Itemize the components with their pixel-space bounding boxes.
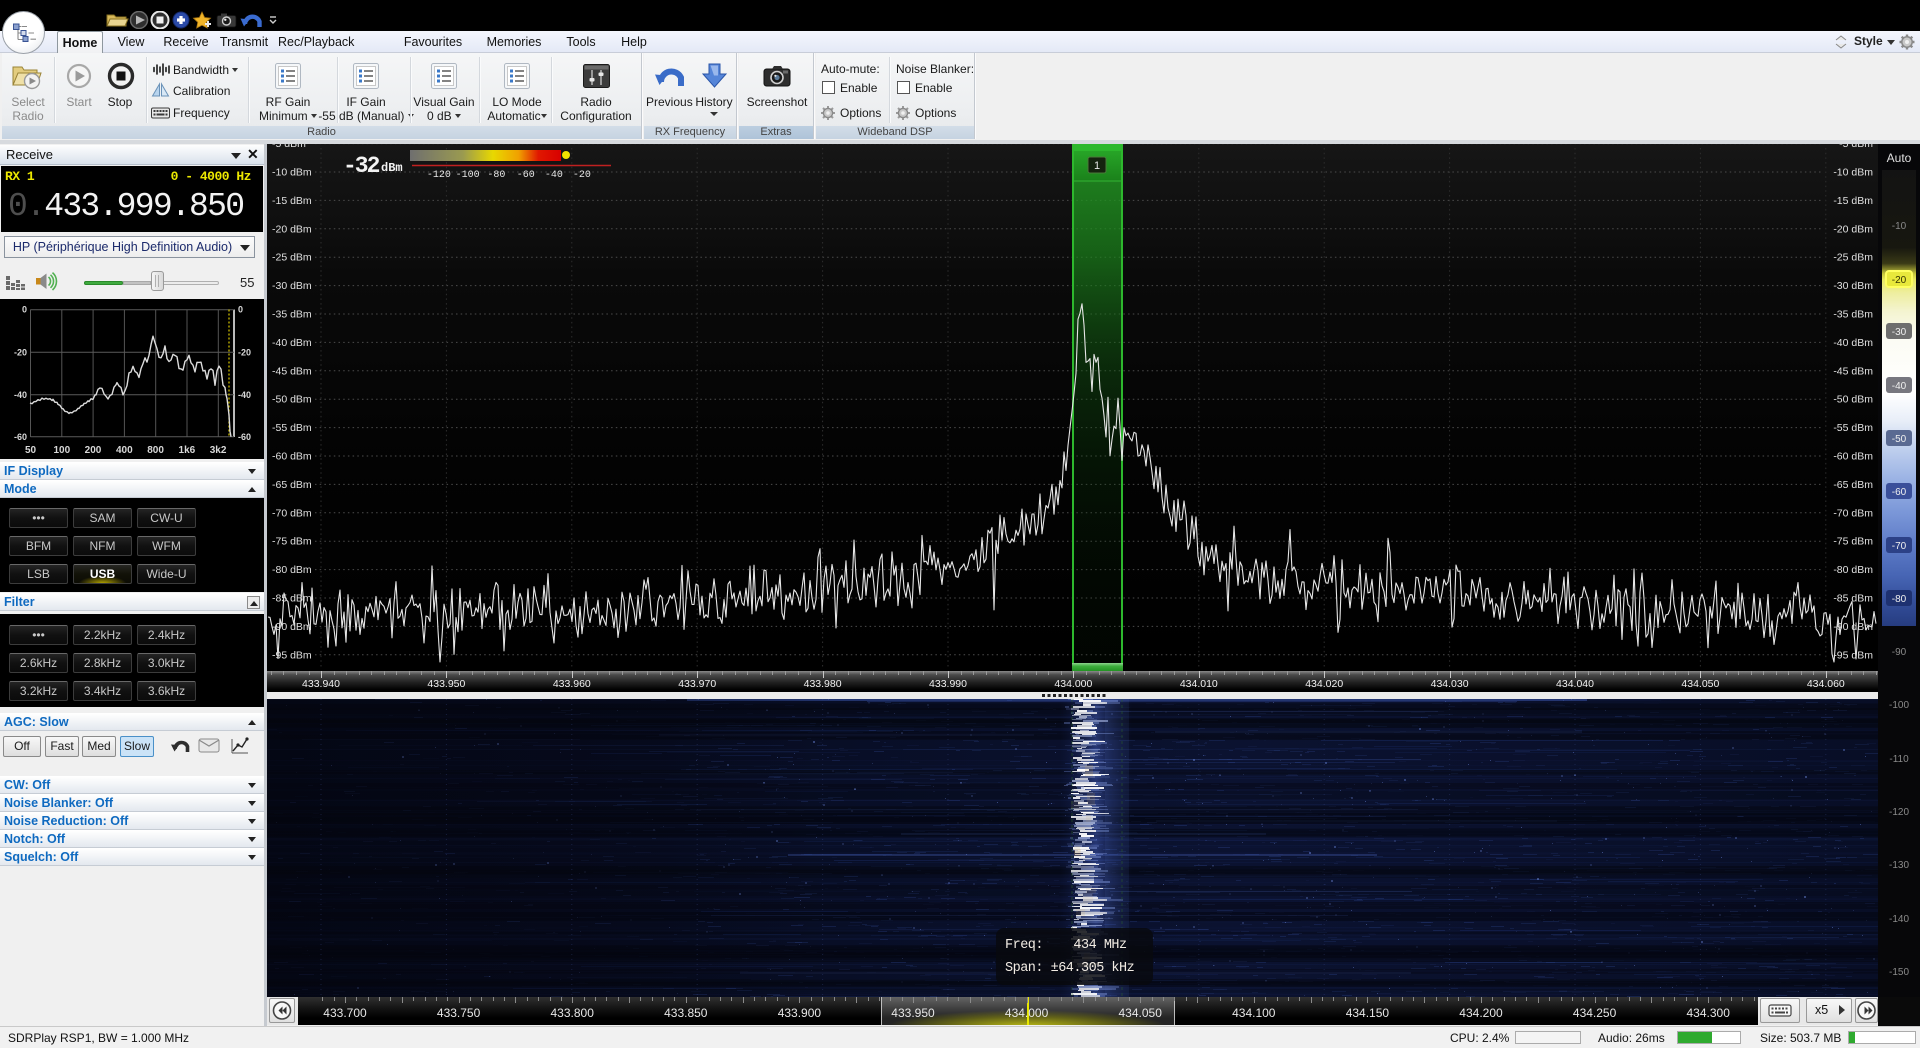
svg-text:-45 dBm: -45 dBm (272, 365, 312, 377)
svg-text:-65 dBm: -65 dBm (272, 479, 312, 491)
svg-text:1: 1 (1094, 160, 1100, 172)
svg-text:-40: -40 (238, 390, 251, 400)
svg-text:-10: -10 (1892, 221, 1907, 232)
svg-text:-10 dBm: -10 dBm (1833, 167, 1873, 179)
svg-text:-5 dBm: -5 dBm (272, 144, 306, 150)
svg-text:400: 400 (116, 445, 133, 456)
svg-text:-40: -40 (545, 170, 563, 181)
svg-text:-110: -110 (1889, 754, 1909, 765)
svg-text:-120: -120 (1889, 807, 1909, 818)
svg-text:-80: -80 (487, 170, 505, 181)
svg-text:-25 dBm: -25 dBm (1833, 252, 1873, 264)
svg-text:200: 200 (85, 445, 102, 456)
svg-text:-80 dBm: -80 dBm (1833, 564, 1873, 576)
svg-text:-100: -100 (456, 170, 480, 181)
svg-text:1k6: 1k6 (179, 445, 196, 456)
svg-text:-60: -60 (14, 432, 27, 442)
svg-text:-85 dBm: -85 dBm (1833, 593, 1873, 605)
svg-text:-60 dBm: -60 dBm (1833, 451, 1873, 463)
svg-text:-140: -140 (1889, 914, 1909, 925)
svg-text:-65 dBm: -65 dBm (1833, 479, 1873, 491)
svg-text:-95 dBm: -95 dBm (272, 649, 312, 661)
svg-text:-60: -60 (1892, 487, 1907, 498)
svg-text:-55 dBm: -55 dBm (1833, 422, 1873, 434)
svg-text:-20 dBm: -20 dBm (1833, 223, 1873, 235)
svg-text:-30: -30 (1892, 327, 1907, 338)
svg-text:0: 0 (238, 305, 243, 315)
svg-text:-80: -80 (1892, 594, 1907, 605)
svg-text:-75 dBm: -75 dBm (1833, 536, 1873, 548)
svg-text:-70 dBm: -70 dBm (1833, 507, 1873, 519)
svg-text:-15 dBm: -15 dBm (1833, 195, 1873, 207)
svg-text:-40: -40 (1892, 381, 1907, 392)
svg-text:50: 50 (25, 445, 37, 456)
svg-text:3k2: 3k2 (210, 445, 227, 456)
svg-text:-20 dBm: -20 dBm (272, 223, 312, 235)
svg-text:-25 dBm: -25 dBm (272, 252, 312, 264)
svg-text:800: 800 (147, 445, 164, 456)
svg-text:-90 dBm: -90 dBm (1833, 621, 1873, 633)
svg-text:-75 dBm: -75 dBm (272, 536, 312, 548)
svg-text:-50: -50 (1892, 434, 1907, 445)
svg-text:-30 dBm: -30 dBm (1833, 280, 1873, 292)
svg-text:-60 dBm: -60 dBm (272, 451, 312, 463)
svg-text:-35 dBm: -35 dBm (1833, 309, 1873, 321)
svg-text:-100: -100 (1889, 700, 1909, 711)
svg-text:-45 dBm: -45 dBm (1833, 365, 1873, 377)
svg-text:-60: -60 (238, 432, 251, 442)
svg-text:-80 dBm: -80 dBm (272, 564, 312, 576)
svg-text:-20: -20 (573, 170, 591, 181)
svg-text:-10 dBm: -10 dBm (272, 167, 312, 179)
svg-text:-60: -60 (517, 170, 535, 181)
svg-text:-30 dBm: -30 dBm (272, 280, 312, 292)
svg-text:-85 dBm: -85 dBm (272, 593, 312, 605)
svg-text:-40: -40 (14, 390, 27, 400)
svg-text:-15 dBm: -15 dBm (272, 195, 312, 207)
svg-text:-55 dBm: -55 dBm (272, 422, 312, 434)
svg-text:-50 dBm: -50 dBm (272, 394, 312, 406)
svg-text:-70 dBm: -70 dBm (272, 507, 312, 519)
svg-text:-40 dBm: -40 dBm (272, 337, 312, 349)
svg-text:-32: -32 (343, 153, 380, 179)
svg-text:-40 dBm: -40 dBm (1833, 337, 1873, 349)
svg-text:-35 dBm: -35 dBm (272, 309, 312, 321)
svg-text:-20: -20 (238, 347, 251, 357)
svg-text:-150: -150 (1889, 967, 1909, 978)
svg-text:-95 dBm: -95 dBm (1833, 649, 1873, 661)
svg-text:-5 dBm: -5 dBm (1839, 144, 1873, 150)
svg-text:-50 dBm: -50 dBm (1833, 394, 1873, 406)
svg-text:-90 dBm: -90 dBm (272, 621, 312, 633)
svg-text:dBm: dBm (381, 161, 403, 175)
svg-text:-20: -20 (14, 347, 27, 357)
svg-text:Auto: Auto (1887, 151, 1912, 165)
svg-text:-120: -120 (427, 170, 451, 181)
svg-text:0: 0 (22, 305, 27, 315)
svg-text:-20: -20 (1892, 275, 1907, 286)
svg-text:-90: -90 (1892, 647, 1907, 658)
svg-text:-130: -130 (1889, 860, 1909, 871)
svg-text:100: 100 (53, 445, 70, 456)
svg-text:-70: -70 (1892, 541, 1907, 552)
